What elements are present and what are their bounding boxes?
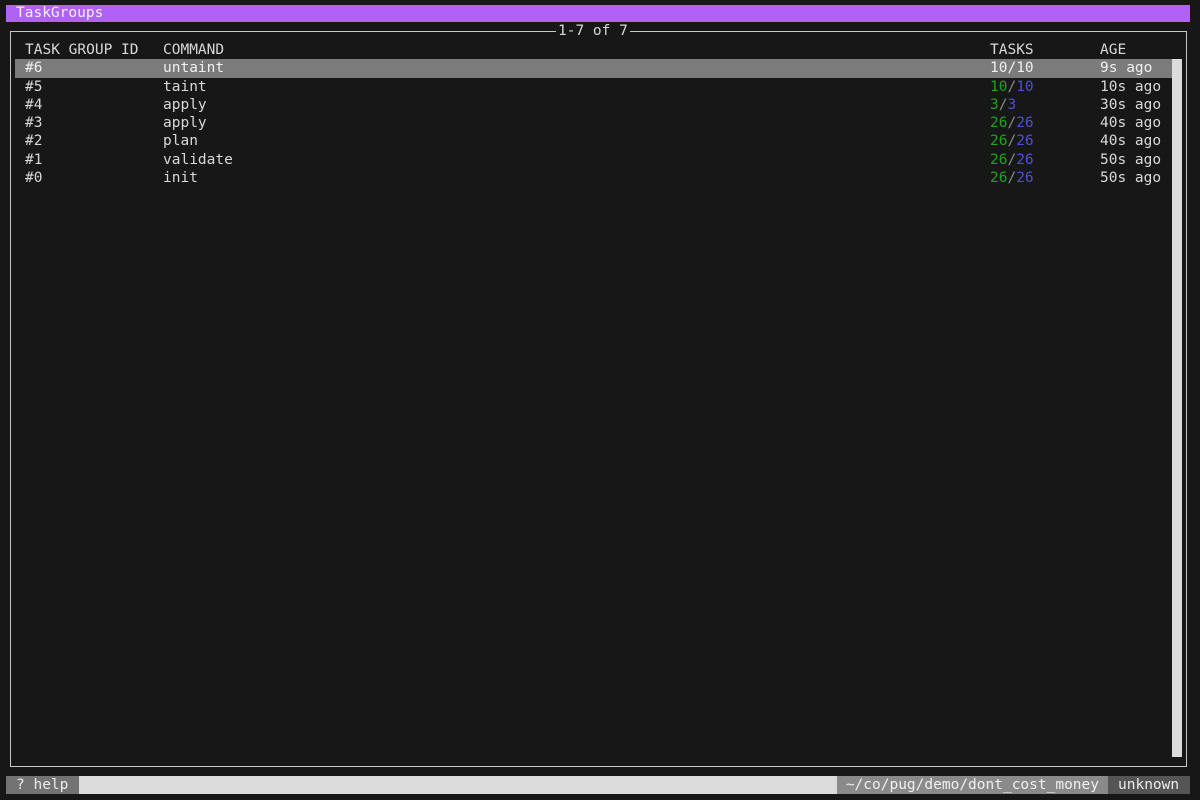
task-group-id: #2 bbox=[25, 133, 43, 150]
task-group-tasks: 26/26 bbox=[990, 169, 1034, 187]
task-group-age: 50s ago bbox=[1100, 170, 1162, 187]
tasks-separator: / bbox=[1007, 151, 1017, 168]
task-group-tasks: 26/26 bbox=[990, 114, 1034, 132]
help-button[interactable]: ? help bbox=[6, 776, 79, 794]
scrollbar-thumb[interactable] bbox=[1172, 59, 1182, 757]
tasks-separator: / bbox=[1007, 170, 1017, 187]
scrollbar[interactable] bbox=[1172, 59, 1182, 757]
task-group-tasks: 26/26 bbox=[990, 151, 1034, 169]
tasks-separator: / bbox=[1007, 133, 1017, 150]
task-group-age: 10s ago bbox=[1100, 78, 1162, 95]
task-group-tasks: 10/10 bbox=[990, 59, 1034, 77]
task-group-command: init bbox=[163, 170, 198, 187]
column-header-age[interactable]: AGE bbox=[1100, 41, 1126, 59]
task-groups-panel: 1-7 of 7 TASK GROUP ID COMMAND TASKS AGE… bbox=[10, 22, 1187, 767]
tasks-done-count: 10 bbox=[990, 78, 1008, 95]
task-group-command: untaint bbox=[163, 60, 225, 77]
tasks-separator: / bbox=[1007, 78, 1017, 95]
task-group-tasks: 3/3 bbox=[990, 96, 1016, 114]
task-group-tasks: 26/26 bbox=[990, 132, 1034, 150]
task-group-command: apply bbox=[163, 115, 207, 132]
tasks-total-count: 26 bbox=[1016, 115, 1034, 132]
task-group-id: #6 bbox=[25, 60, 43, 77]
tasks-done-count: 26 bbox=[990, 151, 1008, 168]
task-group-command: plan bbox=[163, 133, 198, 150]
task-group-id: #5 bbox=[25, 78, 43, 95]
tasks-total-count: 26 bbox=[1016, 133, 1034, 150]
task-group-command: validate bbox=[163, 151, 233, 168]
task-group-age: 9s ago bbox=[1100, 60, 1153, 77]
task-group-id: #4 bbox=[25, 96, 43, 113]
task-group-id: #3 bbox=[25, 115, 43, 132]
tasks-done-count: 10 bbox=[990, 60, 1008, 77]
tasks-total-count: 10 bbox=[1016, 78, 1034, 95]
tasks-done-count: 26 bbox=[990, 133, 1008, 150]
tasks-done-count: 26 bbox=[990, 170, 1008, 187]
tasks-done-count: 3 bbox=[990, 96, 999, 113]
column-header-id[interactable]: TASK GROUP ID bbox=[25, 41, 139, 59]
tasks-total-count: 26 bbox=[1016, 151, 1034, 168]
task-group-age: 40s ago bbox=[1100, 115, 1162, 132]
window-title: TaskGroups bbox=[16, 5, 104, 21]
task-group-tasks: 10/10 bbox=[990, 78, 1034, 96]
table-row[interactable]: #0 init 26/26 50s ago bbox=[15, 169, 1172, 187]
task-group-age: 50s ago bbox=[1100, 151, 1162, 168]
table-row-selected[interactable]: #6 untaint 10/10 9s ago bbox=[15, 59, 1172, 78]
task-group-id: #1 bbox=[25, 151, 43, 168]
task-group-command: apply bbox=[163, 96, 207, 113]
column-header-command[interactable]: COMMAND bbox=[163, 41, 224, 59]
tasks-total-count: 10 bbox=[1016, 60, 1034, 77]
table-header: TASK GROUP ID COMMAND TASKS AGE bbox=[15, 41, 1172, 59]
tasks-total-count: 3 bbox=[1007, 96, 1017, 113]
tasks-separator: / bbox=[1007, 60, 1017, 77]
column-header-tasks[interactable]: TASKS bbox=[990, 41, 1034, 59]
task-group-age: 30s ago bbox=[1100, 96, 1162, 113]
task-group-age: 40s ago bbox=[1100, 133, 1162, 150]
tasks-separator: / bbox=[1007, 115, 1017, 132]
table-row[interactable]: #5 taint 10/10 10s ago bbox=[15, 78, 1172, 96]
table-row[interactable]: #2 plan 26/26 40s ago bbox=[15, 132, 1172, 150]
pagination-label: 1-7 of 7 bbox=[556, 22, 630, 40]
current-path: ~/co/pug/demo/dont_cost_money bbox=[836, 776, 1108, 794]
table-row[interactable]: #4 apply 3/3 30s ago bbox=[15, 96, 1172, 114]
task-group-id: #0 bbox=[25, 170, 43, 187]
task-groups-table: TASK GROUP ID COMMAND TASKS AGE #6 untain… bbox=[15, 41, 1172, 187]
window-title-bar: TaskGroups bbox=[6, 5, 1190, 22]
tasks-done-count: 26 bbox=[990, 115, 1008, 132]
table-row[interactable]: #3 apply 26/26 40s ago bbox=[15, 114, 1172, 132]
workspace-label: unknown bbox=[1108, 776, 1190, 794]
task-group-command: taint bbox=[163, 78, 207, 95]
tasks-total-count: 26 bbox=[1016, 170, 1034, 187]
table-row[interactable]: #1 validate 26/26 50s ago bbox=[15, 151, 1172, 169]
status-bar: ? help ~/co/pug/demo/dont_cost_money unk… bbox=[6, 776, 1190, 794]
